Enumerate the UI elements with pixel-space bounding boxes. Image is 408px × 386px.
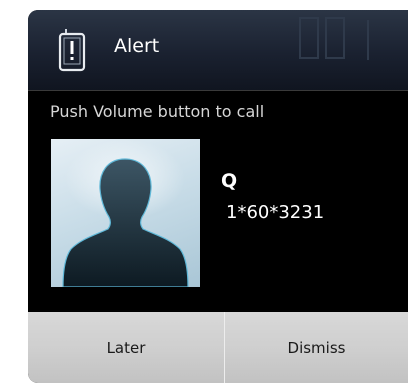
contact-name: Q <box>221 170 238 192</box>
button-bar: Later Dismiss <box>28 312 408 383</box>
header-divider <box>28 90 408 91</box>
phone-alert-icon <box>58 29 86 72</box>
contact-number: 1*60*3231 <box>226 202 325 223</box>
dialog-message: Push Volume button to call <box>50 102 265 121</box>
person-silhouette-icon <box>62 139 189 287</box>
contact-avatar <box>51 139 200 287</box>
alert-dialog: Alert Push Volume button to call Q 1*60*… <box>28 10 408 383</box>
later-button[interactable]: Later <box>28 312 224 383</box>
dialog-header: Alert <box>28 10 408 90</box>
background-texture <box>299 17 369 60</box>
dismiss-button[interactable]: Dismiss <box>225 312 408 383</box>
dialog-title: Alert <box>114 35 160 57</box>
